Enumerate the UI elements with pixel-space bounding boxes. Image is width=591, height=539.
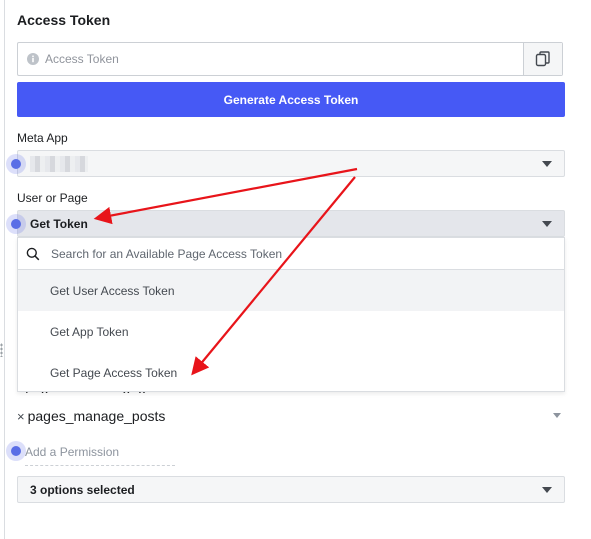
generate-access-token-button[interactable]: Generate Access Token	[17, 82, 565, 117]
info-icon	[27, 53, 39, 65]
resize-handle[interactable]	[0, 343, 3, 357]
option-get-page-access-token[interactable]: Get Page Access Token	[18, 352, 564, 393]
option-get-user-access-token[interactable]: Get User Access Token	[18, 270, 564, 311]
option-get-app-token[interactable]: Get App Token	[18, 311, 564, 352]
permission-label: pages_manage_posts	[27, 408, 166, 424]
permission-chip: × pages_manage_posts	[17, 408, 165, 424]
user-or-page-value: Get Token	[30, 216, 88, 231]
dropdown-search	[18, 238, 564, 270]
page-token-search-input[interactable]	[51, 246, 564, 261]
remove-permission-icon[interactable]: ×	[17, 409, 25, 424]
permissions-summary: 3 options selected	[30, 482, 135, 497]
meta-app-select[interactable]	[17, 150, 565, 177]
access-token-input[interactable]	[45, 52, 523, 66]
chevron-down-icon	[542, 220, 552, 227]
copy-button[interactable]	[523, 43, 562, 75]
meta-app-label: Meta App	[17, 131, 68, 145]
copy-icon	[535, 51, 550, 67]
annotation-marker	[6, 154, 26, 174]
panel-divider	[4, 0, 5, 539]
redacted-app-name	[30, 156, 88, 172]
chevron-down-icon	[542, 486, 552, 493]
user-or-page-select[interactable]: Get Token	[17, 210, 565, 237]
permissions-chevron-down-icon[interactable]	[553, 413, 561, 418]
chevron-down-icon	[542, 160, 552, 167]
token-dropdown-menu: Get User Access Token Get App Token Get …	[17, 237, 565, 392]
access-token-heading: Access Token	[17, 12, 111, 28]
permissions-summary-select[interactable]: 3 options selected	[17, 476, 565, 503]
access-token-field	[17, 42, 563, 76]
search-icon	[26, 247, 40, 260]
add-permission-input[interactable]: Add a Permission	[25, 445, 175, 466]
annotation-marker	[6, 441, 26, 461]
user-or-page-label: User or Page	[17, 191, 88, 205]
annotation-marker	[6, 214, 26, 234]
